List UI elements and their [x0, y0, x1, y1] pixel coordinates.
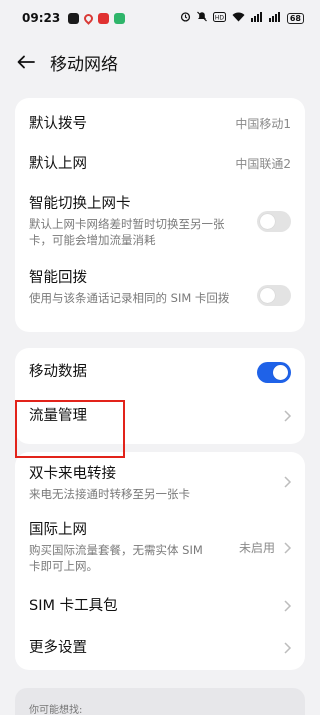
sim-toolkit-row[interactable]: SIM 卡工具包 — [29, 596, 292, 618]
traffic-management-label: 流量管理 — [29, 408, 87, 424]
app-notification-icon — [114, 12, 126, 24]
smart-redial-desc: 使用与该条通话记录相同的 SIM 卡回拨 — [29, 291, 230, 305]
more-settings-card: 双卡来电转接 来电无法接通时转移至另一张卡 国际上网 购买国际流量套餐，无需实体… — [15, 452, 305, 670]
status-time: 09:23 — [22, 11, 61, 25]
traffic-management-row[interactable]: 流量管理 — [29, 406, 292, 428]
data-settings-card: 移动数据 流量管理 — [15, 348, 305, 444]
back-arrow-icon[interactable] — [14, 50, 38, 74]
more-settings-label: 更多设置 — [29, 640, 87, 656]
location-pin-icon — [82, 11, 96, 25]
smart-switch-row: 智能切换上网卡 默认上网卡网络差时暂时切换至另一张卡，可能会增加流量消耗 — [29, 194, 291, 252]
chevron-right-icon — [284, 410, 292, 422]
chevron-right-icon — [284, 542, 292, 554]
status-bar: 09:23 HD 68 — [0, 0, 320, 36]
chevron-right-icon — [284, 600, 292, 612]
call-forward-row[interactable]: 双卡来电转接 来电无法接通时转移至另一张卡 — [29, 464, 292, 504]
page-header: 移动网络 — [0, 44, 320, 80]
default-dial-row[interactable]: 默认拨号 中国移动1 — [29, 114, 291, 134]
app-notification-icon — [68, 12, 80, 24]
smart-redial-row: 智能回拨 使用与该条通话记录相同的 SIM 卡回拨 — [29, 268, 291, 326]
chevron-right-icon — [284, 476, 292, 488]
toggle-knob — [273, 365, 288, 380]
suggestions-label: 你可能想找: — [29, 705, 83, 715]
default-dial-value: 中国移动1 — [235, 117, 291, 131]
chevron-right-icon — [284, 642, 292, 654]
svg-text:HD: HD — [215, 14, 225, 21]
smart-redial-toggle[interactable] — [257, 285, 291, 306]
call-forward-label: 双卡来电转接 — [29, 466, 116, 482]
suggestions-card: 你可能想找: — [15, 688, 305, 715]
call-forward-desc: 来电无法接通时转移至另一张卡 — [29, 487, 190, 501]
signal-icon — [268, 11, 281, 25]
toggle-knob — [260, 288, 275, 303]
mobile-data-row: 移动数据 — [29, 362, 291, 384]
mobile-data-toggle[interactable] — [257, 362, 291, 383]
smart-switch-label: 智能切换上网卡 — [29, 196, 131, 212]
default-data-row[interactable]: 默认上网 中国联通2 — [29, 154, 291, 174]
sim-toolkit-label: SIM 卡工具包 — [29, 598, 118, 614]
page-title: 移动网络 — [50, 54, 118, 75]
intl-roaming-desc: 购买国际流量套餐，无需实体 SIM 卡即可上网。 — [29, 543, 203, 573]
sim-settings-card: 默认拨号 中国移动1 默认上网 中国联通2 智能切换上网卡 默认上网卡网络差时暂… — [15, 98, 305, 332]
intl-roaming-value: 未启用 — [238, 541, 275, 555]
mobile-data-label: 移动数据 — [29, 364, 87, 380]
smart-switch-desc: 默认上网卡网络差时暂时切换至另一张卡，可能会增加流量消耗 — [29, 217, 225, 247]
alarm-icon — [180, 11, 191, 25]
mute-icon — [196, 11, 207, 25]
hd-icon: HD — [212, 11, 226, 25]
wifi-icon — [232, 12, 245, 25]
more-settings-row[interactable]: 更多设置 — [29, 638, 292, 660]
toggle-knob — [260, 214, 275, 229]
default-data-value: 中国联通2 — [235, 157, 291, 171]
intl-roaming-row[interactable]: 国际上网 购买国际流量套餐，无需实体 SIM 卡即可上网。 未启用 — [29, 520, 292, 578]
smart-redial-label: 智能回拨 — [29, 270, 87, 286]
intl-roaming-label: 国际上网 — [29, 522, 87, 538]
battery-level: 68 — [286, 12, 304, 24]
signal-icon — [250, 11, 263, 25]
app-notification-icon — [98, 12, 110, 24]
smart-switch-toggle[interactable] — [257, 211, 291, 232]
